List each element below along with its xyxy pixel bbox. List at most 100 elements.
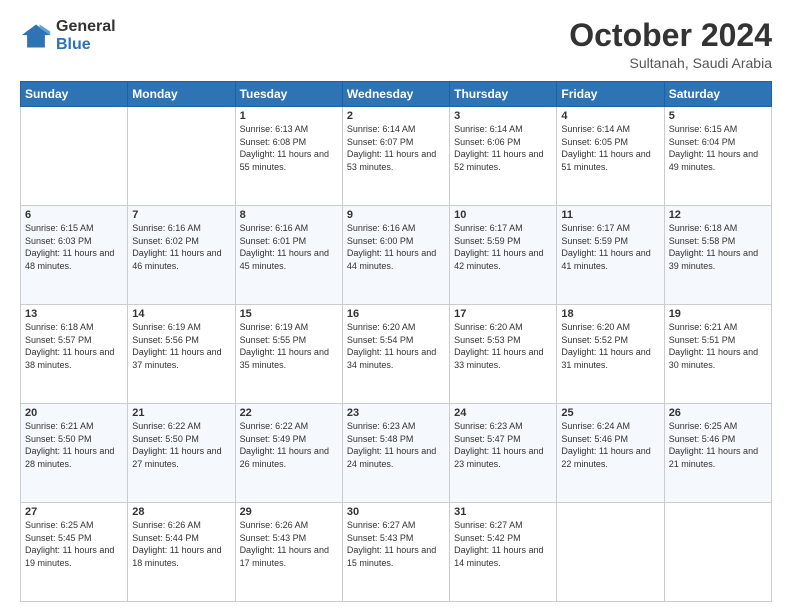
- day-number: 2: [347, 110, 445, 122]
- day-detail: Sunrise: 6:17 AMSunset: 5:59 PMDaylight:…: [561, 222, 659, 272]
- day-number: 28: [132, 506, 230, 518]
- day-number: 21: [132, 407, 230, 419]
- col-wednesday: Wednesday: [342, 82, 449, 107]
- header: General Blue October 2024 Sultanah, Saud…: [20, 18, 772, 71]
- day-number: 7: [132, 209, 230, 221]
- day-number: 8: [240, 209, 338, 221]
- calendar-week-row: 13Sunrise: 6:18 AMSunset: 5:57 PMDayligh…: [21, 305, 772, 404]
- table-row: 25Sunrise: 6:24 AMSunset: 5:46 PMDayligh…: [557, 404, 664, 503]
- table-row: 1Sunrise: 6:13 AMSunset: 6:08 PMDaylight…: [235, 107, 342, 206]
- table-row: 26Sunrise: 6:25 AMSunset: 5:46 PMDayligh…: [664, 404, 771, 503]
- day-detail: Sunrise: 6:22 AMSunset: 5:50 PMDaylight:…: [132, 420, 230, 470]
- logo-text: General Blue: [56, 18, 116, 53]
- day-detail: Sunrise: 6:16 AMSunset: 6:01 PMDaylight:…: [240, 222, 338, 272]
- day-detail: Sunrise: 6:14 AMSunset: 6:07 PMDaylight:…: [347, 123, 445, 173]
- table-row: 3Sunrise: 6:14 AMSunset: 6:06 PMDaylight…: [450, 107, 557, 206]
- day-number: 10: [454, 209, 552, 221]
- day-number: 17: [454, 308, 552, 320]
- logo-blue-text: Blue: [56, 36, 116, 54]
- day-number: 31: [454, 506, 552, 518]
- day-detail: Sunrise: 6:23 AMSunset: 5:48 PMDaylight:…: [347, 420, 445, 470]
- logo-general-text: General: [56, 18, 116, 36]
- day-number: 14: [132, 308, 230, 320]
- day-number: 16: [347, 308, 445, 320]
- day-number: 6: [25, 209, 123, 221]
- day-detail: Sunrise: 6:22 AMSunset: 5:49 PMDaylight:…: [240, 420, 338, 470]
- col-monday: Monday: [128, 82, 235, 107]
- col-friday: Friday: [557, 82, 664, 107]
- table-row: [557, 503, 664, 602]
- day-number: 25: [561, 407, 659, 419]
- day-detail: Sunrise: 6:26 AMSunset: 5:43 PMDaylight:…: [240, 519, 338, 569]
- table-row: 4Sunrise: 6:14 AMSunset: 6:05 PMDaylight…: [557, 107, 664, 206]
- table-row: 10Sunrise: 6:17 AMSunset: 5:59 PMDayligh…: [450, 206, 557, 305]
- day-number: 29: [240, 506, 338, 518]
- day-number: 11: [561, 209, 659, 221]
- table-row: 29Sunrise: 6:26 AMSunset: 5:43 PMDayligh…: [235, 503, 342, 602]
- logo: General Blue: [20, 18, 116, 53]
- col-sunday: Sunday: [21, 82, 128, 107]
- day-number: 20: [25, 407, 123, 419]
- table-row: 12Sunrise: 6:18 AMSunset: 5:58 PMDayligh…: [664, 206, 771, 305]
- calendar-header-row: Sunday Monday Tuesday Wednesday Thursday…: [21, 82, 772, 107]
- table-row: 16Sunrise: 6:20 AMSunset: 5:54 PMDayligh…: [342, 305, 449, 404]
- table-row: 13Sunrise: 6:18 AMSunset: 5:57 PMDayligh…: [21, 305, 128, 404]
- day-detail: Sunrise: 6:19 AMSunset: 5:55 PMDaylight:…: [240, 321, 338, 371]
- day-number: 4: [561, 110, 659, 122]
- day-detail: Sunrise: 6:27 AMSunset: 5:43 PMDaylight:…: [347, 519, 445, 569]
- day-number: 30: [347, 506, 445, 518]
- day-detail: Sunrise: 6:27 AMSunset: 5:42 PMDaylight:…: [454, 519, 552, 569]
- col-thursday: Thursday: [450, 82, 557, 107]
- table-row: 2Sunrise: 6:14 AMSunset: 6:07 PMDaylight…: [342, 107, 449, 206]
- title-block: October 2024 Sultanah, Saudi Arabia: [569, 18, 772, 71]
- day-detail: Sunrise: 6:26 AMSunset: 5:44 PMDaylight:…: [132, 519, 230, 569]
- calendar-week-row: 1Sunrise: 6:13 AMSunset: 6:08 PMDaylight…: [21, 107, 772, 206]
- table-row: 19Sunrise: 6:21 AMSunset: 5:51 PMDayligh…: [664, 305, 771, 404]
- day-detail: Sunrise: 6:18 AMSunset: 5:58 PMDaylight:…: [669, 222, 767, 272]
- table-row: 27Sunrise: 6:25 AMSunset: 5:45 PMDayligh…: [21, 503, 128, 602]
- calendar-page: General Blue October 2024 Sultanah, Saud…: [0, 0, 792, 612]
- day-detail: Sunrise: 6:25 AMSunset: 5:46 PMDaylight:…: [669, 420, 767, 470]
- day-detail: Sunrise: 6:20 AMSunset: 5:54 PMDaylight:…: [347, 321, 445, 371]
- day-number: 3: [454, 110, 552, 122]
- table-row: 11Sunrise: 6:17 AMSunset: 5:59 PMDayligh…: [557, 206, 664, 305]
- table-row: 31Sunrise: 6:27 AMSunset: 5:42 PMDayligh…: [450, 503, 557, 602]
- table-row: [664, 503, 771, 602]
- day-detail: Sunrise: 6:24 AMSunset: 5:46 PMDaylight:…: [561, 420, 659, 470]
- table-row: 18Sunrise: 6:20 AMSunset: 5:52 PMDayligh…: [557, 305, 664, 404]
- day-detail: Sunrise: 6:15 AMSunset: 6:03 PMDaylight:…: [25, 222, 123, 272]
- table-row: 23Sunrise: 6:23 AMSunset: 5:48 PMDayligh…: [342, 404, 449, 503]
- table-row: 15Sunrise: 6:19 AMSunset: 5:55 PMDayligh…: [235, 305, 342, 404]
- table-row: 9Sunrise: 6:16 AMSunset: 6:00 PMDaylight…: [342, 206, 449, 305]
- table-row: 8Sunrise: 6:16 AMSunset: 6:01 PMDaylight…: [235, 206, 342, 305]
- day-detail: Sunrise: 6:19 AMSunset: 5:56 PMDaylight:…: [132, 321, 230, 371]
- day-detail: Sunrise: 6:21 AMSunset: 5:51 PMDaylight:…: [669, 321, 767, 371]
- table-row: 30Sunrise: 6:27 AMSunset: 5:43 PMDayligh…: [342, 503, 449, 602]
- day-number: 27: [25, 506, 123, 518]
- calendar-week-row: 6Sunrise: 6:15 AMSunset: 6:03 PMDaylight…: [21, 206, 772, 305]
- calendar-table: Sunday Monday Tuesday Wednesday Thursday…: [20, 81, 772, 602]
- day-number: 22: [240, 407, 338, 419]
- day-number: 13: [25, 308, 123, 320]
- day-number: 24: [454, 407, 552, 419]
- table-row: 22Sunrise: 6:22 AMSunset: 5:49 PMDayligh…: [235, 404, 342, 503]
- day-detail: Sunrise: 6:20 AMSunset: 5:53 PMDaylight:…: [454, 321, 552, 371]
- day-detail: Sunrise: 6:17 AMSunset: 5:59 PMDaylight:…: [454, 222, 552, 272]
- day-detail: Sunrise: 6:16 AMSunset: 6:00 PMDaylight:…: [347, 222, 445, 272]
- table-row: 17Sunrise: 6:20 AMSunset: 5:53 PMDayligh…: [450, 305, 557, 404]
- day-detail: Sunrise: 6:16 AMSunset: 6:02 PMDaylight:…: [132, 222, 230, 272]
- table-row: 20Sunrise: 6:21 AMSunset: 5:50 PMDayligh…: [21, 404, 128, 503]
- table-row: 28Sunrise: 6:26 AMSunset: 5:44 PMDayligh…: [128, 503, 235, 602]
- month-year: October 2024: [569, 18, 772, 53]
- day-number: 18: [561, 308, 659, 320]
- table-row: 24Sunrise: 6:23 AMSunset: 5:47 PMDayligh…: [450, 404, 557, 503]
- table-row: 21Sunrise: 6:22 AMSunset: 5:50 PMDayligh…: [128, 404, 235, 503]
- table-row: 7Sunrise: 6:16 AMSunset: 6:02 PMDaylight…: [128, 206, 235, 305]
- day-number: 1: [240, 110, 338, 122]
- location: Sultanah, Saudi Arabia: [569, 55, 772, 71]
- day-number: 23: [347, 407, 445, 419]
- table-row: 14Sunrise: 6:19 AMSunset: 5:56 PMDayligh…: [128, 305, 235, 404]
- table-row: 5Sunrise: 6:15 AMSunset: 6:04 PMDaylight…: [664, 107, 771, 206]
- day-detail: Sunrise: 6:15 AMSunset: 6:04 PMDaylight:…: [669, 123, 767, 173]
- day-detail: Sunrise: 6:14 AMSunset: 6:05 PMDaylight:…: [561, 123, 659, 173]
